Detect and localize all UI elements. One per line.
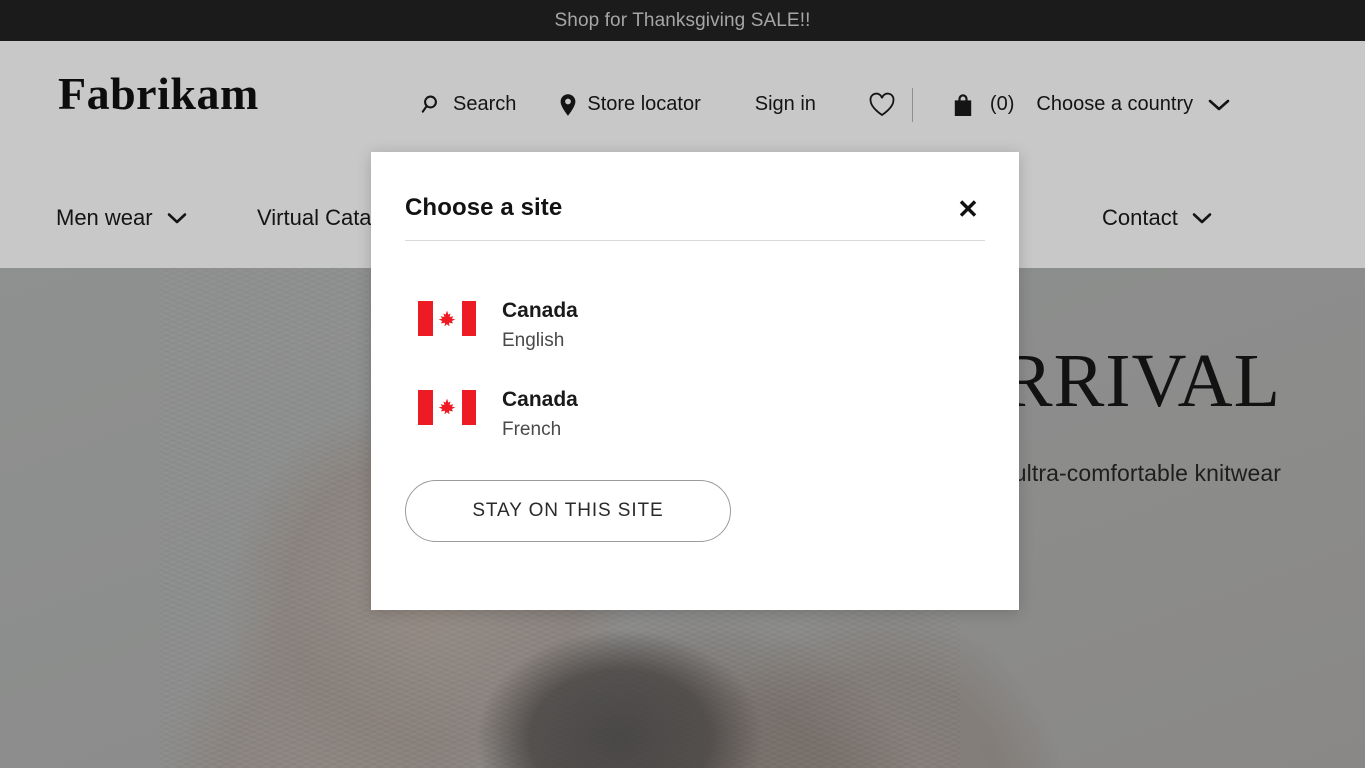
cart-button[interactable]: (0) — [951, 86, 1014, 124]
sign-in-label: Sign in — [754, 93, 816, 115]
nav-item-label: Contact — [1102, 205, 1178, 230]
stay-on-this-site-button[interactable]: STAY ON THIS SITE — [405, 480, 731, 542]
cart-count: (0) — [989, 93, 1015, 115]
sign-in-button[interactable]: Sign in — [755, 87, 816, 122]
canada-flag-icon — [418, 301, 476, 336]
site-language-label: French — [502, 419, 562, 441]
close-icon[interactable]: ✕ — [951, 192, 985, 226]
dialog-divider — [405, 240, 985, 241]
heart-icon — [868, 92, 896, 118]
shopping-bag-icon — [951, 92, 975, 118]
page-root: Shop for Thanksgiving SALE!! Fabrikam Se… — [0, 0, 1365, 768]
choose-a-site-dialog: Choose a site ✕ Canada English Canada Fr… — [371, 152, 1019, 610]
header-divider — [911, 87, 913, 122]
search-button[interactable]: Search — [420, 87, 516, 123]
dialog-title: Choose a site — [405, 194, 563, 221]
country-selector-label: Choose a country — [1036, 93, 1194, 115]
search-label: Search — [453, 93, 517, 115]
chevron-down-icon — [166, 211, 188, 225]
site-country-label: Canada — [502, 299, 578, 322]
header-top-row: Fabrikam Search Store locator Sign in (0… — [0, 41, 1365, 168]
search-icon — [420, 93, 444, 117]
site-option-canada-french[interactable]: Canada French — [418, 386, 978, 444]
site-country-label: Canada — [502, 387, 578, 411]
utility-navigation: Search Store locator Sign in (0) Choose … — [420, 41, 1231, 168]
chevron-down-icon — [1191, 211, 1213, 225]
store-locator-label: Store locator — [587, 93, 701, 115]
chevron-down-icon — [1207, 97, 1231, 113]
site-list: Canada English Canada French — [418, 297, 978, 475]
site-option-canada-english[interactable]: Canada English — [418, 297, 978, 355]
promo-banner-text: Shop for Thanksgiving SALE!! — [554, 9, 811, 31]
map-pin-icon — [558, 93, 578, 117]
dialog-header: Choose a site ✕ — [405, 194, 985, 242]
nav-item-label: Men wear — [56, 205, 153, 230]
site-option-text: Canada French — [502, 386, 578, 444]
site-language-label: English — [502, 330, 565, 352]
country-selector[interactable]: Choose a country — [1036, 87, 1231, 122]
site-option-text: Canada English — [502, 297, 578, 355]
nav-item-contact[interactable]: Contact — [1102, 205, 1213, 231]
store-locator-button[interactable]: Store locator — [558, 87, 701, 123]
nav-item-men-wear[interactable]: Men wear — [56, 205, 188, 231]
promo-banner: Shop for Thanksgiving SALE!! — [0, 0, 1365, 41]
wishlist-button[interactable] — [868, 86, 896, 124]
brand-logo[interactable]: Fabrikam — [58, 71, 259, 117]
canada-flag-icon — [418, 389, 476, 425]
